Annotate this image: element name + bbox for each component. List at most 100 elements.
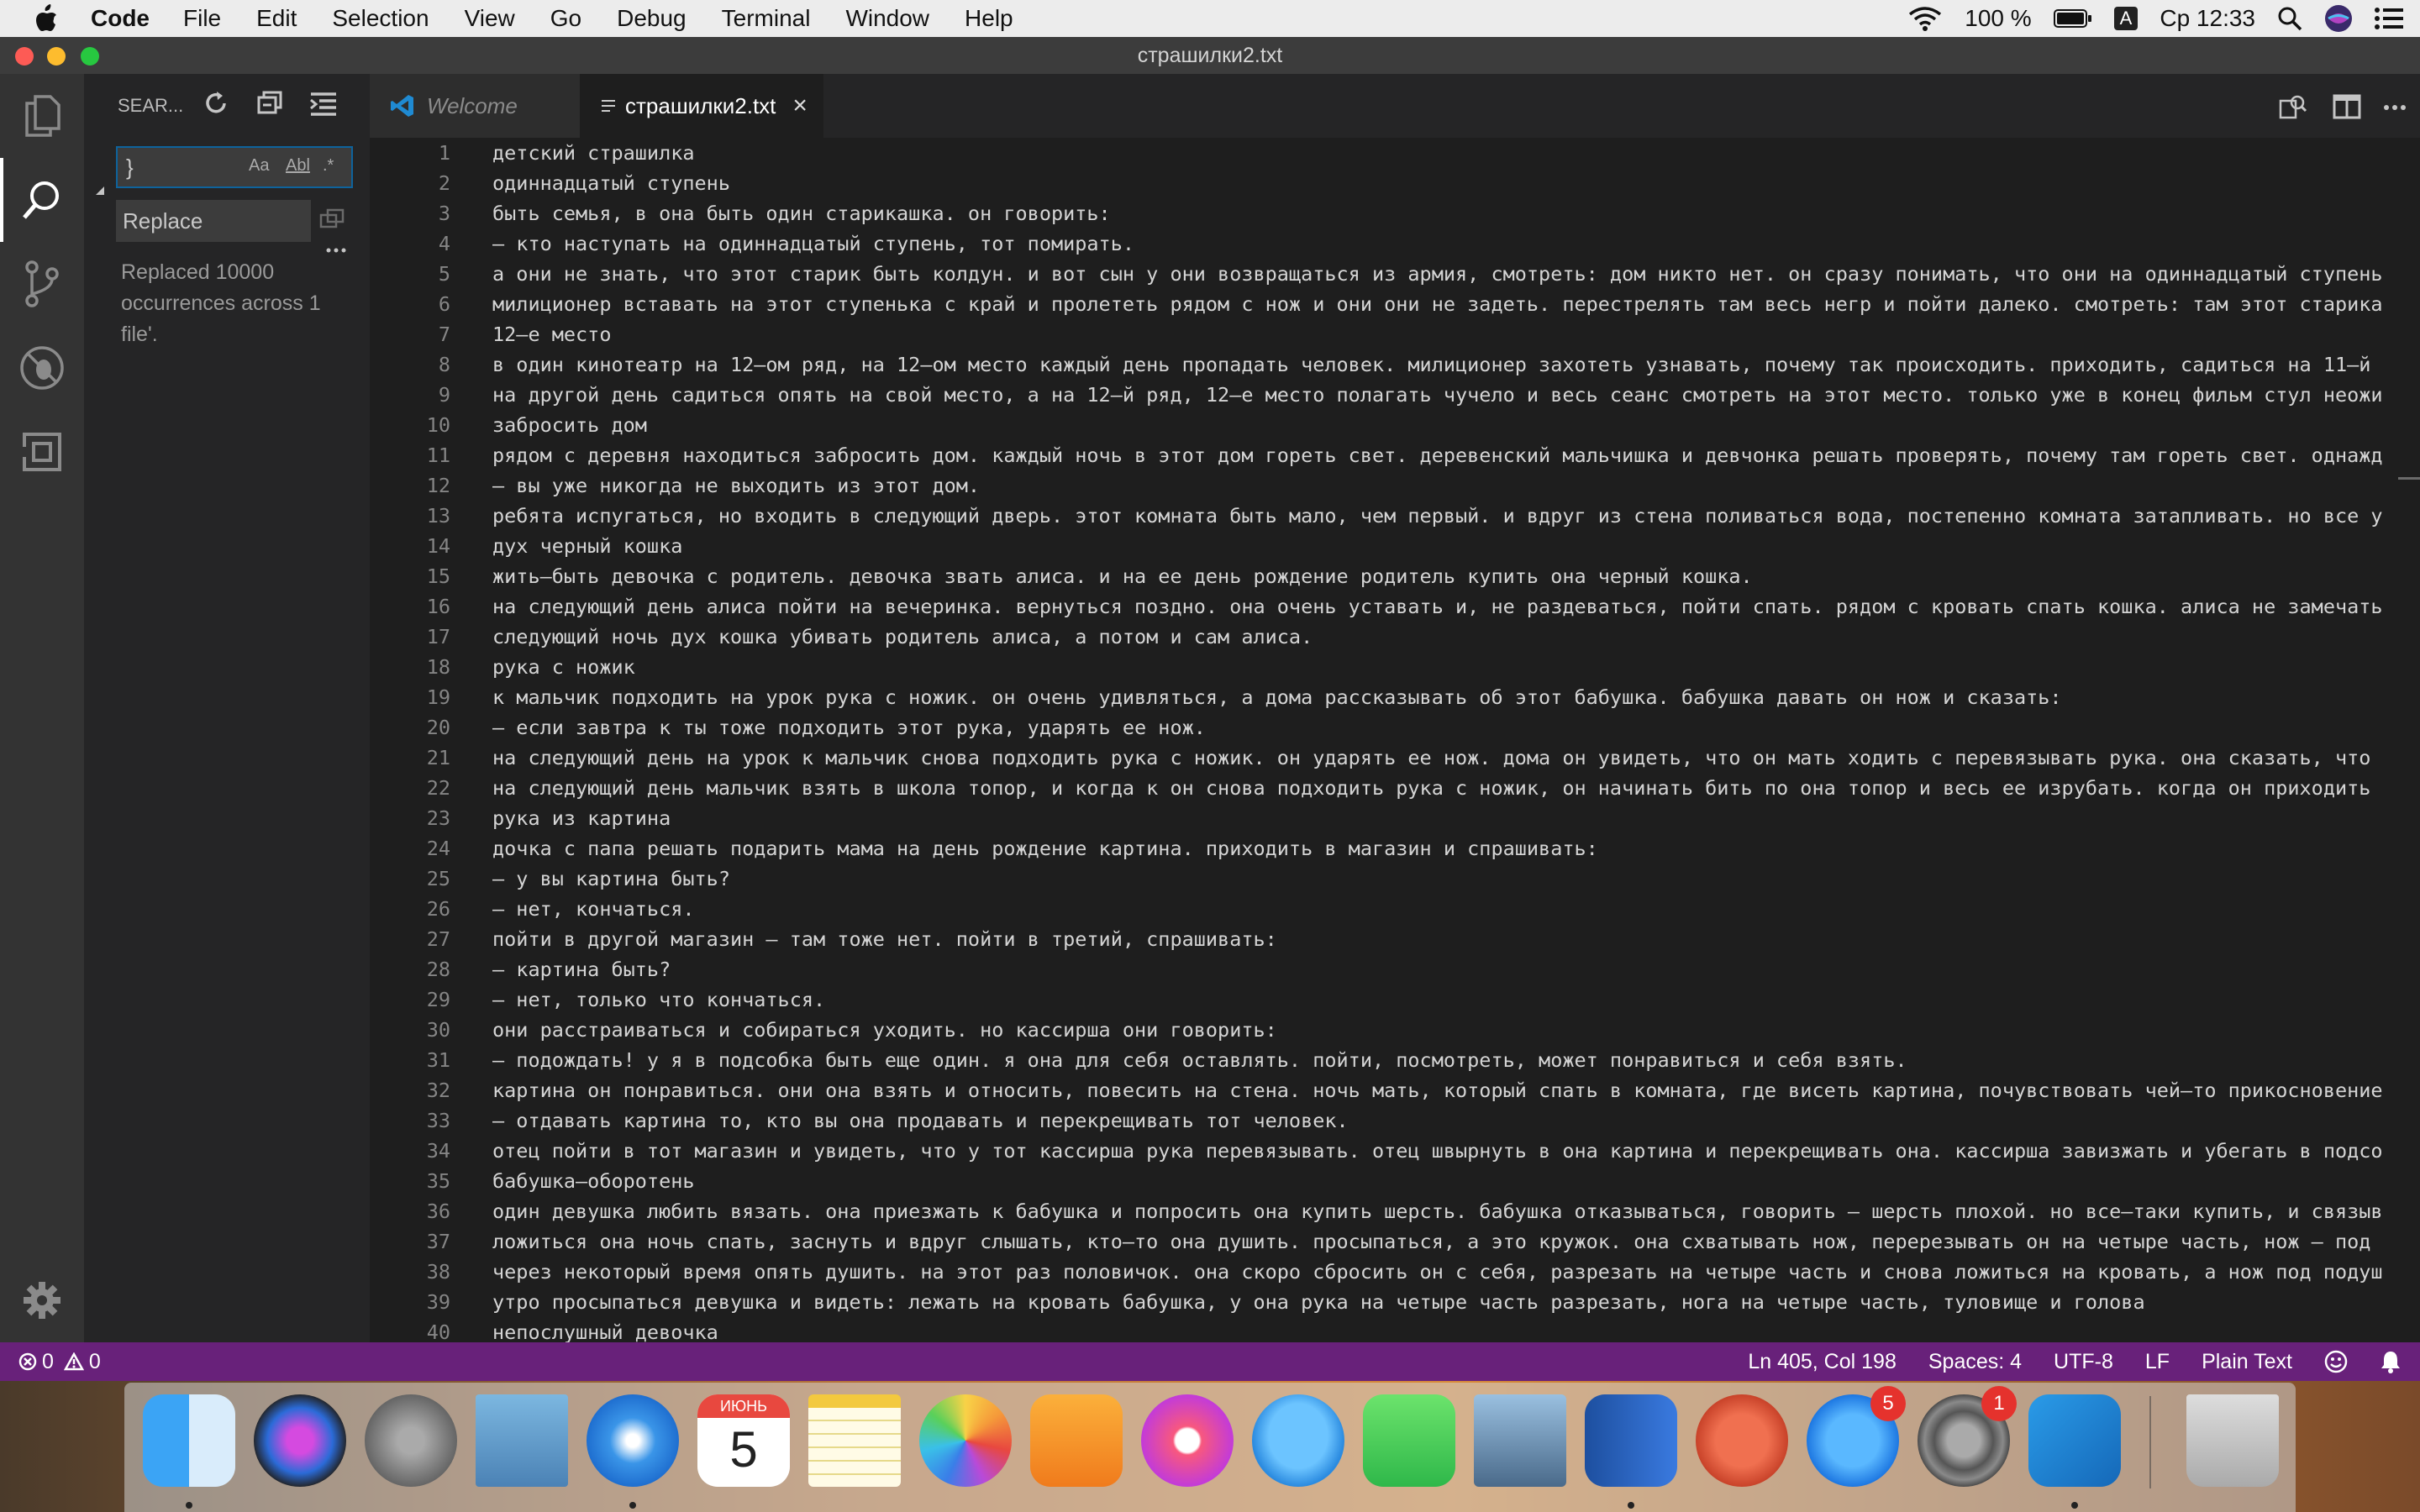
end-of-line[interactable]: LF xyxy=(2145,1350,2170,1374)
toggle-replace-icon[interactable] xyxy=(94,185,106,197)
input-source-badge[interactable]: A xyxy=(2113,7,2139,30)
search-input[interactable]: } Aa Abl .* xyxy=(116,146,353,188)
line-text[interactable]: рядом с деревня находиться забросить дом… xyxy=(492,440,2383,470)
line-text[interactable]: быть семья, в она быть один старикашка. … xyxy=(492,198,1111,228)
open-changes-icon[interactable] xyxy=(2279,92,2307,121)
notes-icon[interactable] xyxy=(808,1394,901,1487)
line-text[interactable]: рука из картина xyxy=(492,803,671,833)
line-text[interactable]: — нет, кончаться. xyxy=(492,894,695,924)
line-text[interactable]: — картина быть? xyxy=(492,954,671,984)
menu-app-name[interactable]: Code xyxy=(91,5,150,32)
books-icon[interactable] xyxy=(1030,1394,1123,1487)
menubar-clock[interactable]: Ср 12:33 xyxy=(2160,5,2255,32)
menu-terminal[interactable]: Terminal xyxy=(722,5,811,32)
line-text[interactable]: жить–быть девочка с родитель. девочка зв… xyxy=(492,561,1753,591)
siri-icon[interactable] xyxy=(2324,4,2353,33)
activity-extensions[interactable] xyxy=(0,410,84,494)
menu-edit[interactable]: Edit xyxy=(256,5,297,32)
line-text[interactable]: ложиться она ночь спать, заснуть и вдруг… xyxy=(492,1226,2370,1257)
trash-icon[interactable] xyxy=(2186,1394,2279,1487)
line-text[interactable]: непослушный девочка xyxy=(492,1317,718,1342)
battery-icon[interactable] xyxy=(2053,8,2092,29)
line-text[interactable]: детский страшилка xyxy=(492,138,695,168)
line-text[interactable]: через некоторый время опять душить. на э… xyxy=(492,1257,2383,1287)
problems-indicator[interactable]: 0 0 xyxy=(18,1350,101,1374)
line-text[interactable]: одиннадцатый ступень xyxy=(492,168,730,198)
wifi-icon[interactable] xyxy=(1907,6,1943,31)
tab-welcome[interactable]: Welcome xyxy=(370,74,580,138)
calendar-icon[interactable]: ИЮНЬ 5 xyxy=(697,1394,790,1487)
line-text[interactable]: — нет, только что кончаться. xyxy=(492,984,825,1015)
line-text[interactable]: они расстраиваться и собираться уходить.… xyxy=(492,1015,1277,1045)
itunes-icon[interactable] xyxy=(1141,1394,1234,1487)
line-text[interactable]: — подождать! у я в подсобка быть еще оди… xyxy=(492,1045,1907,1075)
line-text[interactable]: следующий ночь дух кошка убивать родител… xyxy=(492,622,1313,652)
line-text[interactable]: бабушка–оборотень xyxy=(492,1166,695,1196)
replace-all-icon[interactable] xyxy=(319,208,345,234)
line-text[interactable]: картина он понравиться. они она взять и … xyxy=(492,1075,2383,1105)
notification-center-icon[interactable] xyxy=(2375,7,2403,30)
powerpoint-icon[interactable] xyxy=(1696,1394,1788,1487)
menu-file[interactable]: File xyxy=(183,5,221,32)
match-whole-word-toggle[interactable]: Abl xyxy=(286,156,310,176)
line-text[interactable]: ребята испугаться, но входить в следующи… xyxy=(492,501,2383,531)
match-case-toggle[interactable]: Aa xyxy=(249,156,269,176)
line-text[interactable]: милиционер вставать на этот ступенька с … xyxy=(492,289,2383,319)
line-text[interactable]: — вы уже никогда не выходить из этот дом… xyxy=(492,470,980,501)
mail-stamp-icon[interactable] xyxy=(476,1394,568,1487)
facetime-icon[interactable] xyxy=(1363,1394,1455,1487)
more-options-icon[interactable] xyxy=(326,247,346,254)
finder-icon[interactable] xyxy=(143,1394,235,1487)
line-text[interactable]: — отдавать картина то, кто вы она продав… xyxy=(492,1105,1349,1136)
menu-view[interactable]: View xyxy=(465,5,515,32)
line-text[interactable]: на другой день садиться опять на свой ме… xyxy=(492,380,2383,410)
vscode-dock-icon[interactable] xyxy=(2028,1394,2121,1487)
feedback-smiley-icon[interactable] xyxy=(2324,1350,2348,1373)
encoding[interactable]: UTF-8 xyxy=(2054,1350,2113,1374)
collapse-all-icon[interactable] xyxy=(309,89,338,118)
activity-search[interactable] xyxy=(0,158,84,242)
menu-go[interactable]: Go xyxy=(550,5,581,32)
line-text[interactable]: пойти в другой магазин — там тоже нет. п… xyxy=(492,924,1277,954)
line-text[interactable]: в один кинотеатр на 12–ом ряд, на 12–ом … xyxy=(492,349,2370,380)
line-text[interactable]: а они не знать, что этот старик быть кол… xyxy=(492,259,2383,289)
editor-area[interactable]: 1 детский страшилка 2 одиннадцатый ступень… xyxy=(370,138,2420,1342)
clear-results-icon[interactable] xyxy=(255,89,284,118)
line-text[interactable]: — если завтра к ты тоже подходить этот р… xyxy=(492,712,1206,743)
siri-dock-icon[interactable] xyxy=(254,1394,346,1487)
activity-source-control[interactable] xyxy=(0,242,84,326)
activity-manage[interactable] xyxy=(0,1258,84,1342)
line-text[interactable]: дочка с папа решать подарить мама на ден… xyxy=(492,833,1598,864)
tab-close-button[interactable]: × xyxy=(792,92,808,120)
line-text[interactable]: утро просыпаться девушка и видеть: лежат… xyxy=(492,1287,2145,1317)
launchpad-icon[interactable] xyxy=(365,1394,457,1487)
menu-debug[interactable]: Debug xyxy=(617,5,687,32)
line-text[interactable]: на следующий день на урок к мальчик снов… xyxy=(492,743,2370,773)
line-text[interactable]: — кто наступать на одиннадцатый ступень,… xyxy=(492,228,1134,259)
line-text[interactable]: на следующий день алиса пойти на вечерин… xyxy=(492,591,2383,622)
line-text[interactable]: — у вы картина быть? xyxy=(492,864,730,894)
apple-icon[interactable] xyxy=(34,4,59,33)
use-regex-toggle[interactable]: .* xyxy=(323,156,334,176)
line-text[interactable]: к мальчик подходить на урок рука с ножик… xyxy=(492,682,2062,712)
refresh-icon[interactable] xyxy=(202,89,230,118)
line-text[interactable]: дух черный кошка xyxy=(492,531,682,561)
minimize-window-button[interactable] xyxy=(47,47,66,66)
zoom-window-button[interactable] xyxy=(81,47,99,66)
activity-explorer[interactable] xyxy=(0,74,84,158)
menu-window[interactable]: Window xyxy=(845,5,929,32)
menu-selection[interactable]: Selection xyxy=(332,5,429,32)
split-editor-icon[interactable] xyxy=(2333,92,2361,121)
cursor-position[interactable]: Ln 405, Col 198 xyxy=(1748,1350,1897,1374)
language-mode[interactable]: Plain Text xyxy=(2202,1350,2292,1374)
replace-input[interactable]: Replace xyxy=(116,200,311,242)
indentation[interactable]: Spaces: 4 xyxy=(1928,1350,2022,1374)
line-text[interactable]: один девушка любить вязать. она приезжат… xyxy=(492,1196,2383,1226)
activity-debug[interactable] xyxy=(0,326,84,410)
tab-strashilki[interactable]: страшилки2.txt × xyxy=(580,74,823,138)
line-text[interactable]: отец пойти в тот магазин и увидеть, что … xyxy=(492,1136,2383,1166)
line-text[interactable]: на следующий день мальчик взять в школа … xyxy=(492,773,2370,803)
close-window-button[interactable] xyxy=(15,47,34,66)
spotlight-icon[interactable] xyxy=(2277,6,2302,31)
line-text[interactable]: 12–е место xyxy=(492,319,611,349)
